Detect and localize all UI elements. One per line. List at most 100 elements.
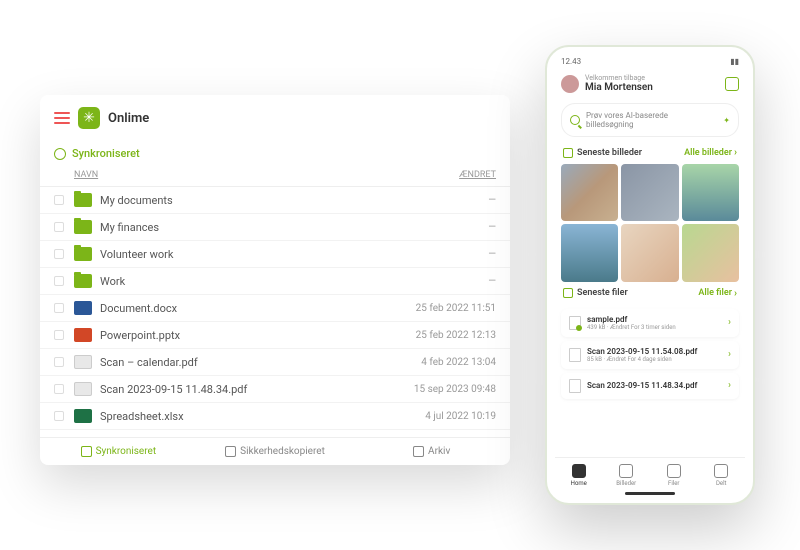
file-row[interactable]: Document.docx25 feb 2022 11:51: [40, 295, 510, 322]
nav-home[interactable]: Home: [555, 464, 603, 487]
status-bar: 12.43 ▮▮: [555, 55, 745, 68]
tab-icon: [225, 446, 236, 457]
section-images: Seneste billeder Alle billeder›: [555, 141, 745, 164]
file-modified: —: [396, 222, 496, 233]
file-icon: [569, 316, 581, 330]
checkbox[interactable]: [54, 195, 64, 205]
greeting-name: Mia Mortensen: [585, 82, 719, 93]
checkbox[interactable]: [54, 357, 64, 367]
folder-icon: [74, 220, 92, 234]
file-row[interactable]: Work—: [40, 268, 510, 295]
app-logo: ✳: [78, 107, 100, 129]
bottom-tabs: SynkroniseretSikkerhedskopieretArkiv: [40, 437, 510, 465]
chevron-right-icon: ›: [734, 288, 737, 299]
brand-name: Onlime: [108, 111, 149, 126]
chevron-right-icon: ›: [728, 380, 731, 391]
file-name: Spreadsheet.xlsx: [100, 410, 396, 423]
nav-billeder[interactable]: Billeder: [603, 464, 651, 487]
file-list: My documents—My finances—Volunteer work—…: [40, 187, 510, 437]
file-name: Powerpoint.pptx: [100, 329, 396, 342]
file-icon: [569, 348, 581, 362]
docx-icon: [74, 301, 92, 315]
file-modified: 25 feb 2022 12:13: [396, 330, 496, 341]
tab-synkroniseret[interactable]: Synkroniseret: [40, 446, 197, 457]
thumb[interactable]: [621, 164, 678, 221]
file-row[interactable]: My finances—: [40, 214, 510, 241]
checkbox[interactable]: [54, 330, 64, 340]
pptx-icon: [74, 328, 92, 342]
recent-file[interactable]: Scan 2023-09-15 11.48.34.pdf›: [561, 373, 739, 399]
file-row[interactable]: Spreadsheet.xlsx4 jul 2022 10:19: [40, 403, 510, 430]
pdf-icon: [74, 382, 92, 396]
home-indicator: [625, 492, 675, 495]
avatar[interactable]: [561, 75, 579, 93]
sync-status: Synkroniseret: [40, 141, 510, 166]
file-name: sample.pdf: [587, 315, 722, 324]
file-name: Work: [100, 275, 396, 288]
thumb[interactable]: [682, 164, 739, 221]
chevron-right-icon: ›: [728, 317, 731, 328]
nav-icon: [714, 464, 728, 478]
greeting-row: Velkommen tilbage Mia Mortensen: [555, 68, 745, 99]
thumb[interactable]: [621, 224, 678, 281]
recent-file[interactable]: sample.pdf439 kB · Ændret For 3 timer si…: [561, 309, 739, 337]
status-time: 12.43: [561, 57, 581, 66]
col-name[interactable]: NAVN: [74, 170, 406, 180]
search-bar[interactable]: Prøv vores AI-baserede billedsøgning ✦: [561, 103, 739, 137]
file-row[interactable]: Scan 2023-09-15 11.48.34.pdf15 sep 2023 …: [40, 376, 510, 403]
nav-filer[interactable]: Filer: [650, 464, 698, 487]
sparkle-icon: ✦: [723, 116, 730, 125]
folder-icon: [74, 247, 92, 261]
checkbox[interactable]: [54, 411, 64, 421]
section-images-title: Seneste billeder: [577, 148, 642, 158]
file-modified: —: [396, 249, 496, 260]
nav-delt[interactable]: Delt: [698, 464, 746, 487]
images-icon: [563, 148, 573, 158]
file-icon: [569, 379, 581, 393]
thumb[interactable]: [561, 224, 618, 281]
image-grid: [555, 164, 745, 282]
column-headers: NAVN ÆNDRET: [40, 166, 510, 187]
file-name: Volunteer work: [100, 248, 396, 261]
gear-icon[interactable]: [725, 77, 739, 91]
link-all-files[interactable]: Alle filer›: [698, 288, 737, 299]
file-modified: —: [396, 195, 496, 206]
nav-icon: [619, 464, 633, 478]
col-modified[interactable]: ÆNDRET: [406, 170, 496, 180]
tab-arkiv[interactable]: Arkiv: [353, 446, 510, 457]
phone-frame: 12.43 ▮▮ Velkommen tilbage Mia Mortensen…: [545, 45, 755, 505]
nav-icon: [572, 464, 586, 478]
folder-icon: [74, 274, 92, 288]
file-name: Document.docx: [100, 302, 396, 315]
checkbox[interactable]: [54, 276, 64, 286]
menu-icon[interactable]: [54, 112, 70, 124]
checkbox[interactable]: [54, 384, 64, 394]
file-row[interactable]: Volunteer work—: [40, 241, 510, 268]
checkbox[interactable]: [54, 222, 64, 232]
file-modified: 25 feb 2022 11:51: [396, 303, 496, 314]
file-row[interactable]: Powerpoint.pptx25 feb 2022 12:13: [40, 322, 510, 349]
chevron-right-icon: ›: [734, 147, 737, 158]
checkbox[interactable]: [54, 303, 64, 313]
file-name: Scan 2023-09-15 11.54.08.pdf: [587, 347, 722, 356]
section-files: Seneste filer Alle filer›: [555, 282, 745, 305]
recent-file[interactable]: Scan 2023-09-15 11.54.08.pdf85 kB · Ændr…: [561, 341, 739, 369]
folder-icon: [74, 193, 92, 207]
file-meta: 85 kB · Ændret For 4 dage siden: [587, 356, 722, 363]
tab-icon: [413, 446, 424, 457]
greeting-text: Velkommen tilbage Mia Mortensen: [585, 74, 719, 93]
thumb[interactable]: [682, 224, 739, 281]
file-row[interactable]: Scan – calendar.pdf4 feb 2022 13:04: [40, 349, 510, 376]
thumb[interactable]: [561, 164, 618, 221]
nav-icon: [667, 464, 681, 478]
tab-sikkerhedskopieret[interactable]: Sikkerhedskopieret: [197, 446, 354, 457]
file-name: Scan 2023-09-15 11.48.34.pdf: [100, 383, 396, 396]
file-row[interactable]: My documents—: [40, 187, 510, 214]
checkbox[interactable]: [54, 249, 64, 259]
file-modified: 4 feb 2022 13:04: [396, 357, 496, 368]
search-placeholder: Prøv vores AI-baserede billedsøgning: [586, 111, 717, 129]
file-meta: 439 kB · Ændret For 3 timer siden: [587, 324, 722, 331]
link-all-images[interactable]: Alle billeder›: [684, 147, 737, 158]
recent-files: sample.pdf439 kB · Ændret For 3 timer si…: [555, 305, 745, 457]
bottom-nav: HomeBillederFilerDelt: [555, 457, 745, 489]
